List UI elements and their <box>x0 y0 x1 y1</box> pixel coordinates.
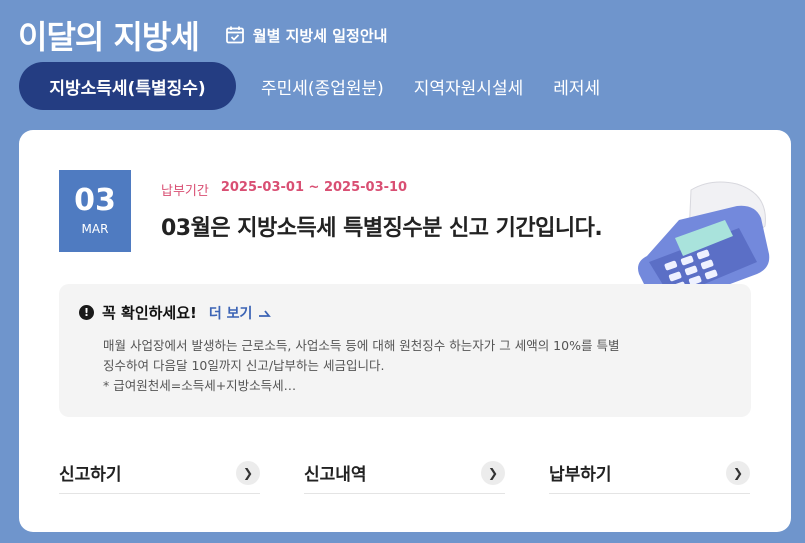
notice-line: 매월 사업장에서 발생하는 근로소득, 사업소득 등에 대해 원천징수 하는자가… <box>103 338 620 353</box>
headline: 03월은 지방소득세 특별징수분 신고 기간입니다. <box>161 216 603 241</box>
period-label: 납부기간 <box>161 184 209 199</box>
date-day: 03 <box>74 183 116 218</box>
tab-regional-resource-tax[interactable]: 지역자원시설세 <box>399 74 538 99</box>
notice-box: ! 꼭 확인하세요! 더 보기 매월 사업장에서 발생하는 근로소득, 사업소득… <box>59 284 751 417</box>
more-link[interactable]: 더 보기 <box>209 303 273 323</box>
page-title: 이달의 지방세 <box>18 18 200 56</box>
exclamation-icon: ! <box>79 305 94 320</box>
date-month: MAR <box>81 222 109 236</box>
action-links: 신고하기 ❯ 신고내역 ❯ 납부하기 ❯ <box>59 452 750 494</box>
period-value: 2025-03-01 ~ 2025-03-10 <box>220 180 408 195</box>
chevron-right-icon: ❯ <box>481 460 505 485</box>
action-label: 신고내역 <box>304 465 367 485</box>
arrow-up-right-icon <box>259 309 272 317</box>
calendar-icon <box>225 26 244 44</box>
payment-button[interactable]: 납부하기 ❯ <box>549 452 750 494</box>
more-label: 더 보기 <box>208 305 253 322</box>
tab-local-income-tax[interactable]: 지방소득세(특별징수) <box>19 62 236 110</box>
payment-period: 납부기간 2025-03-01 ~ 2025-03-10 <box>161 180 407 199</box>
schedule-label: 월별 지방세 일정안내 <box>252 26 388 45</box>
notice-title: 꼭 확인하세요! <box>102 304 197 322</box>
chevron-right-icon: ❯ <box>236 460 260 485</box>
report-history-button[interactable]: 신고내역 ❯ <box>304 452 505 494</box>
report-button[interactable]: 신고하기 ❯ <box>59 452 260 494</box>
schedule-link[interactable]: 월별 지방세 일정안내 <box>225 25 388 46</box>
date-badge: 03 MAR <box>59 170 131 252</box>
action-label: 신고하기 <box>59 465 122 485</box>
page-header: 이달의 지방세 월별 지방세 일정안내 <box>18 12 387 58</box>
notice-body: 매월 사업장에서 발생하는 근로소득, 사업소득 등에 대해 원천징수 하는자가… <box>103 336 723 396</box>
tab-resident-tax[interactable]: 주민세(종업원분) <box>246 74 399 99</box>
notice-line: 징수하여 다음달 10일까지 신고/납부하는 세금입니다. <box>103 358 385 373</box>
chevron-right-icon: ❯ <box>726 460 750 485</box>
tab-leisure-tax[interactable]: 레저세 <box>538 74 615 99</box>
notice-header: ! 꼭 확인하세요! 더 보기 <box>79 302 272 323</box>
notice-line: * 급여원천세=소득세+지방소득세… <box>103 378 297 393</box>
tax-tabs: 지방소득세(특별징수) 주민세(종업원분) 지역자원시설세 레저세 <box>19 62 615 110</box>
tax-info-card: 03 MAR 납부기간 2025-03-01 ~ 2025-03-10 03월은… <box>19 130 791 532</box>
action-label: 납부하기 <box>549 465 612 485</box>
